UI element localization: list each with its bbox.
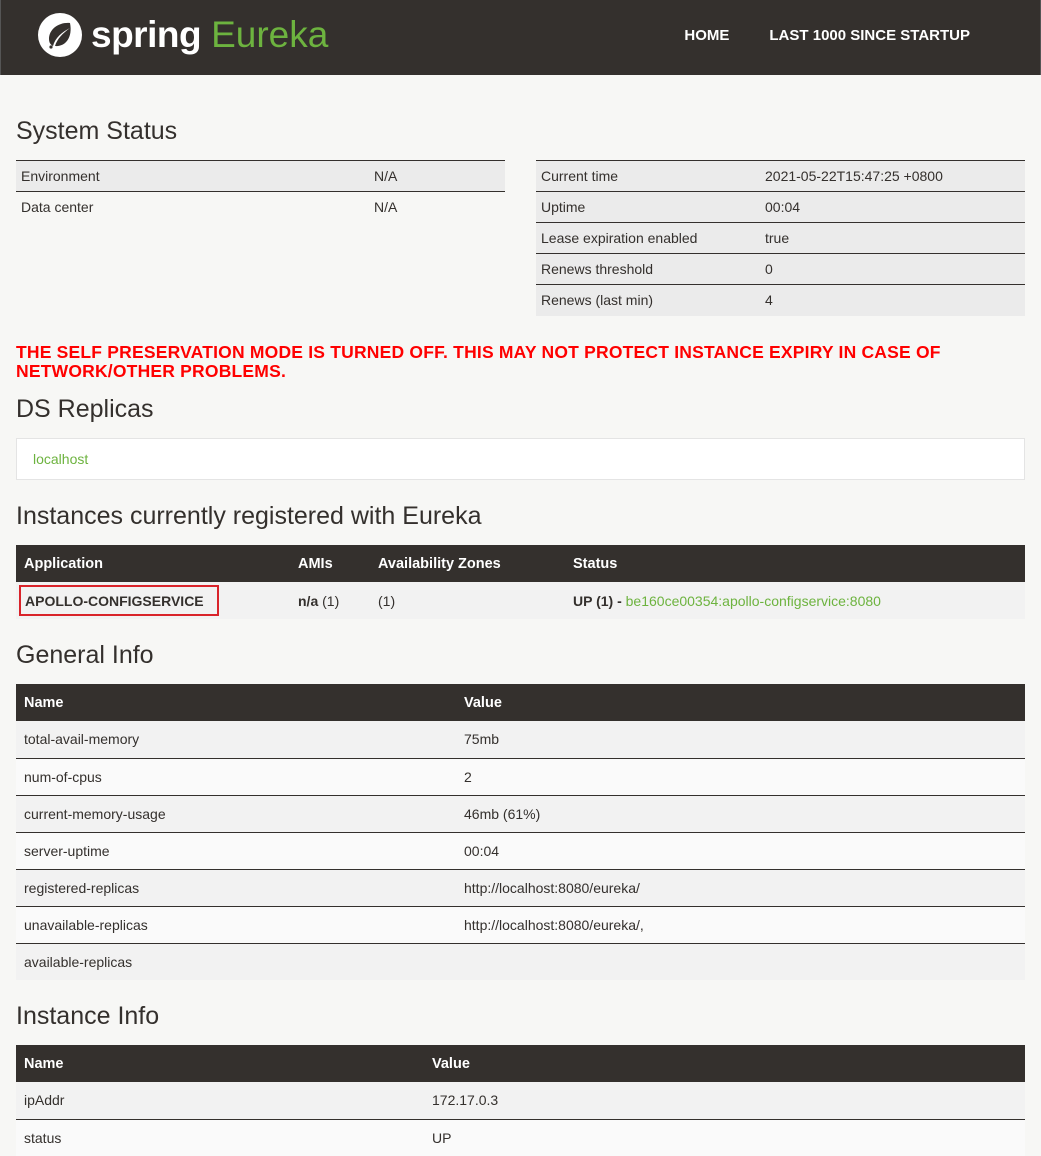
info-name: status xyxy=(16,1119,424,1156)
info-name: registered-replicas xyxy=(16,869,456,907)
info-value: 75mb xyxy=(456,721,1025,759)
status-value: 0 xyxy=(760,253,1025,285)
application-name: APOLLO-CONFIGSERVICE xyxy=(19,585,219,616)
column-header: Value xyxy=(424,1045,1025,1082)
info-value: http://localhost:8080/eureka/ xyxy=(456,869,1025,907)
info-name: total-avail-memory xyxy=(16,721,456,759)
table-row: ipAddr 172.17.0.3 xyxy=(16,1082,1025,1120)
system-status-right-table: Current time 2021-05-22T15:47:25 +0800 U… xyxy=(536,160,1025,316)
status-value: N/A xyxy=(369,160,505,192)
table-row: registered-replicas http://localhost:808… xyxy=(16,869,1025,907)
table-row: total-avail-memory 75mb xyxy=(16,721,1025,759)
zones-cell: (1) xyxy=(370,582,565,619)
column-header: Name xyxy=(16,1045,424,1082)
status-label: Data center xyxy=(16,191,369,223)
table-row: Renews threshold 0 xyxy=(536,253,1025,285)
general-info-table: Name Value total-avail-memory 75mb num-o… xyxy=(16,684,1025,980)
brand-spring-text: spring xyxy=(91,14,202,55)
status-label: Uptime xyxy=(536,191,760,223)
table-row: server-uptime 00:04 xyxy=(16,832,1025,870)
top-navbar: spring Eureka HOME LAST 1000 SINCE START… xyxy=(0,0,1041,75)
table-row: Data center N/A xyxy=(16,191,505,223)
info-value: 2 xyxy=(456,758,1025,796)
status-value: 00:04 xyxy=(760,191,1025,223)
status-label: Lease expiration enabled xyxy=(536,222,760,254)
self-preservation-warning: THE SELF PRESERVATION MODE IS TURNED OFF… xyxy=(16,342,941,381)
table-row: Uptime 00:04 xyxy=(536,191,1025,223)
table-row: status UP xyxy=(16,1119,1025,1156)
spring-leaf-icon xyxy=(38,13,82,57)
nav-home-link[interactable]: HOME xyxy=(684,27,729,44)
column-header: Value xyxy=(456,684,1025,721)
info-name: current-memory-usage xyxy=(16,795,456,833)
brand-logo[interactable]: spring Eureka xyxy=(37,10,328,60)
instance-info-table: Name Value ipAddr 172.17.0.3 status UP xyxy=(16,1045,1025,1156)
info-name: available-replicas xyxy=(16,943,456,980)
status-value: true xyxy=(760,222,1025,254)
general-info-title: General Info xyxy=(16,641,154,669)
table-row: Environment N/A xyxy=(16,160,505,192)
status-cell: UP (1) - be160ce00354:apollo-configservi… xyxy=(565,582,1025,619)
status-value: 4 xyxy=(760,284,1025,316)
amis-value: n/a xyxy=(298,592,319,609)
table-row: current-memory-usage 46mb (61%) xyxy=(16,795,1025,833)
amis-count: (1) xyxy=(322,592,340,609)
status-label: Renews threshold xyxy=(536,253,760,285)
system-status-left-table: Environment N/A Data center N/A xyxy=(16,160,505,223)
replica-localhost-link[interactable]: localhost xyxy=(33,451,88,467)
table-row: Current time 2021-05-22T15:47:25 +0800 xyxy=(536,160,1025,192)
instance-link[interactable]: be160ce00354:apollo-configservice:8080 xyxy=(626,593,881,609)
info-name: ipAddr xyxy=(16,1082,424,1120)
nav-links: HOME LAST 1000 SINCE STARTUP xyxy=(684,27,970,44)
status-value: 2021-05-22T15:47:25 +0800 xyxy=(760,160,1025,192)
application-cell: APOLLO-CONFIGSERVICE xyxy=(16,582,290,619)
info-name: unavailable-replicas xyxy=(16,906,456,944)
brand-eureka-text: Eureka xyxy=(211,14,329,55)
status-prefix: UP (1) - xyxy=(573,592,626,609)
table-header-row: Name Value xyxy=(16,1045,1025,1082)
table-row: Lease expiration enabled true xyxy=(536,222,1025,254)
column-header: Application xyxy=(16,545,290,582)
column-header: Availability Zones xyxy=(370,545,565,582)
instance-info-title: Instance Info xyxy=(16,1002,160,1030)
instances-title: Instances currently registered with Eure… xyxy=(16,502,482,530)
info-value: http://localhost:8080/eureka/, xyxy=(456,906,1025,944)
status-label: Current time xyxy=(536,160,760,192)
system-status-title: System Status xyxy=(16,117,178,145)
info-value xyxy=(456,943,1025,980)
status-value: N/A xyxy=(369,191,505,223)
info-value: UP xyxy=(424,1119,1025,1156)
info-name: server-uptime xyxy=(16,832,456,870)
column-header: AMIs xyxy=(290,545,370,582)
table-row: Renews (last min) 4 xyxy=(536,284,1025,316)
table-header-row: Name Value xyxy=(16,684,1025,721)
column-header: Status xyxy=(565,545,1025,582)
table-row: available-replicas xyxy=(16,943,1025,980)
table-row: num-of-cpus 2 xyxy=(16,758,1025,796)
info-value: 00:04 xyxy=(456,832,1025,870)
ds-replicas-box: localhost xyxy=(16,438,1025,480)
column-header: Name xyxy=(16,684,456,721)
ds-replicas-title: DS Replicas xyxy=(16,395,154,423)
info-value: 46mb (61%) xyxy=(456,795,1025,833)
status-label: Renews (last min) xyxy=(536,284,760,316)
table-row: APOLLO-CONFIGSERVICE n/a (1) (1) UP (1) … xyxy=(16,582,1025,619)
instances-table: Application AMIs Availability Zones Stat… xyxy=(16,545,1025,619)
info-value: 172.17.0.3 xyxy=(424,1082,1025,1120)
table-header-row: Application AMIs Availability Zones Stat… xyxy=(16,545,1025,582)
info-name: num-of-cpus xyxy=(16,758,456,796)
table-row: unavailable-replicas http://localhost:80… xyxy=(16,906,1025,944)
nav-last1000-link[interactable]: LAST 1000 SINCE STARTUP xyxy=(769,27,970,44)
amis-cell: n/a (1) xyxy=(290,582,370,619)
status-label: Environment xyxy=(16,160,369,192)
